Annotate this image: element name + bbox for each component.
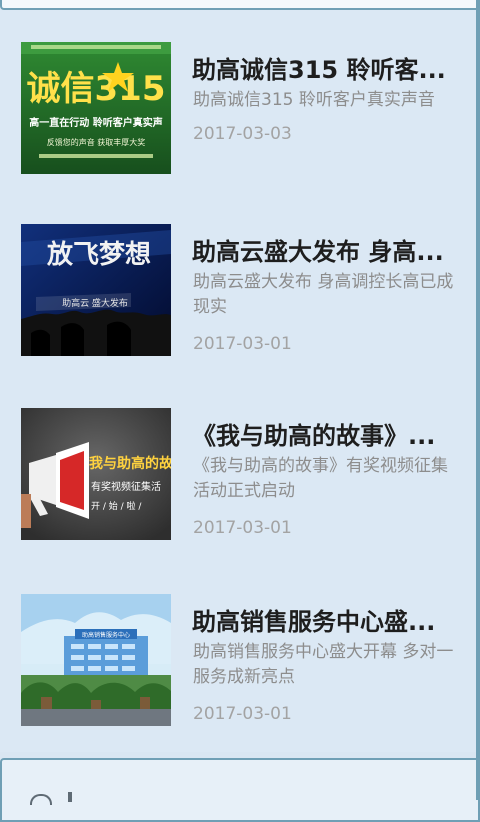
news-thumbnail: 诚信315 高一直在行动 聆听客户真实声 反馈您的声音 获取丰厚大奖 [21,42,171,174]
thumb-subtitle: 助高云 盛大发布 [62,297,128,309]
news-title: 助高销售服务中心盛... [192,608,436,636]
news-item[interactable]: 助高销售服务中心 助高销售服务中心盛... 助高销售服务中心盛大开幕 多对一服务… [0,582,476,742]
news-summary: 助高销售服务中心盛大开幕 多对一服务成新亮点 [193,642,454,687]
news-summary: 助高云盛大发布 身高调控长高已成现实 [193,272,454,317]
thumb-title: 助高销售服务中心 [82,631,130,639]
news-date: 2017-03-01 [193,704,292,724]
thumb-title: 放飞梦想 [46,239,151,270]
right-edge-shadow [476,0,480,800]
thumb-subtitle: 高一直在行动 聆听客户真实声 [29,116,162,129]
thumb-line: 开 / 始 / 啦 / [91,500,142,512]
news-item[interactable]: 诚信315 高一直在行动 聆听客户真实声 反馈您的声音 获取丰厚大奖 助高诚信3… [0,30,476,190]
previous-section-card [0,0,480,10]
news-title: 助高诚信315 聆听客... [192,56,446,84]
news-thumbnail: 助高销售服务中心 [21,594,171,726]
news-item[interactable]: 放飞梦想 助高云 盛大发布 助高云盛大发布 身高... 助高云盛大发布 身高调控… [0,212,476,372]
news-date: 2017-03-03 [193,124,292,144]
news-thumbnail: 我与助高的故事 有奖视频征集活 开 / 始 / 啦 / [21,408,171,540]
next-section-card [0,758,480,822]
news-thumbnail: 放飞梦想 助高云 盛大发布 [21,224,171,356]
news-summary: 《我与助高的故事》有奖视频征集活动正式启动 [193,456,448,501]
news-list: 诚信315 高一直在行动 聆听客户真实声 反馈您的声音 获取丰厚大奖 助高诚信3… [0,10,476,752]
thumb-subtitle: 有奖视频征集活 [91,480,161,493]
thumb-title: 我与助高的故事 [89,455,171,472]
news-title: 助高云盛大发布 身高... [192,238,444,266]
news-date: 2017-03-01 [193,518,292,538]
news-summary: 助高诚信315 聆听客户真实声音 [193,90,435,110]
news-screen: 诚信315 高一直在行动 聆听客户真实声 反馈您的声音 获取丰厚大奖 助高诚信3… [0,0,480,822]
section-header-mark [68,792,72,802]
news-date: 2017-03-01 [193,334,292,354]
thumb-title: 诚信315 [27,69,166,109]
news-title: 《我与助高的故事》... [192,422,436,450]
thumb-line: 反馈您的声音 获取丰厚大奖 [47,137,146,147]
news-item[interactable]: 我与助高的故事 有奖视频征集活 开 / 始 / 啦 / 《我与助高的故事》...… [0,396,476,556]
